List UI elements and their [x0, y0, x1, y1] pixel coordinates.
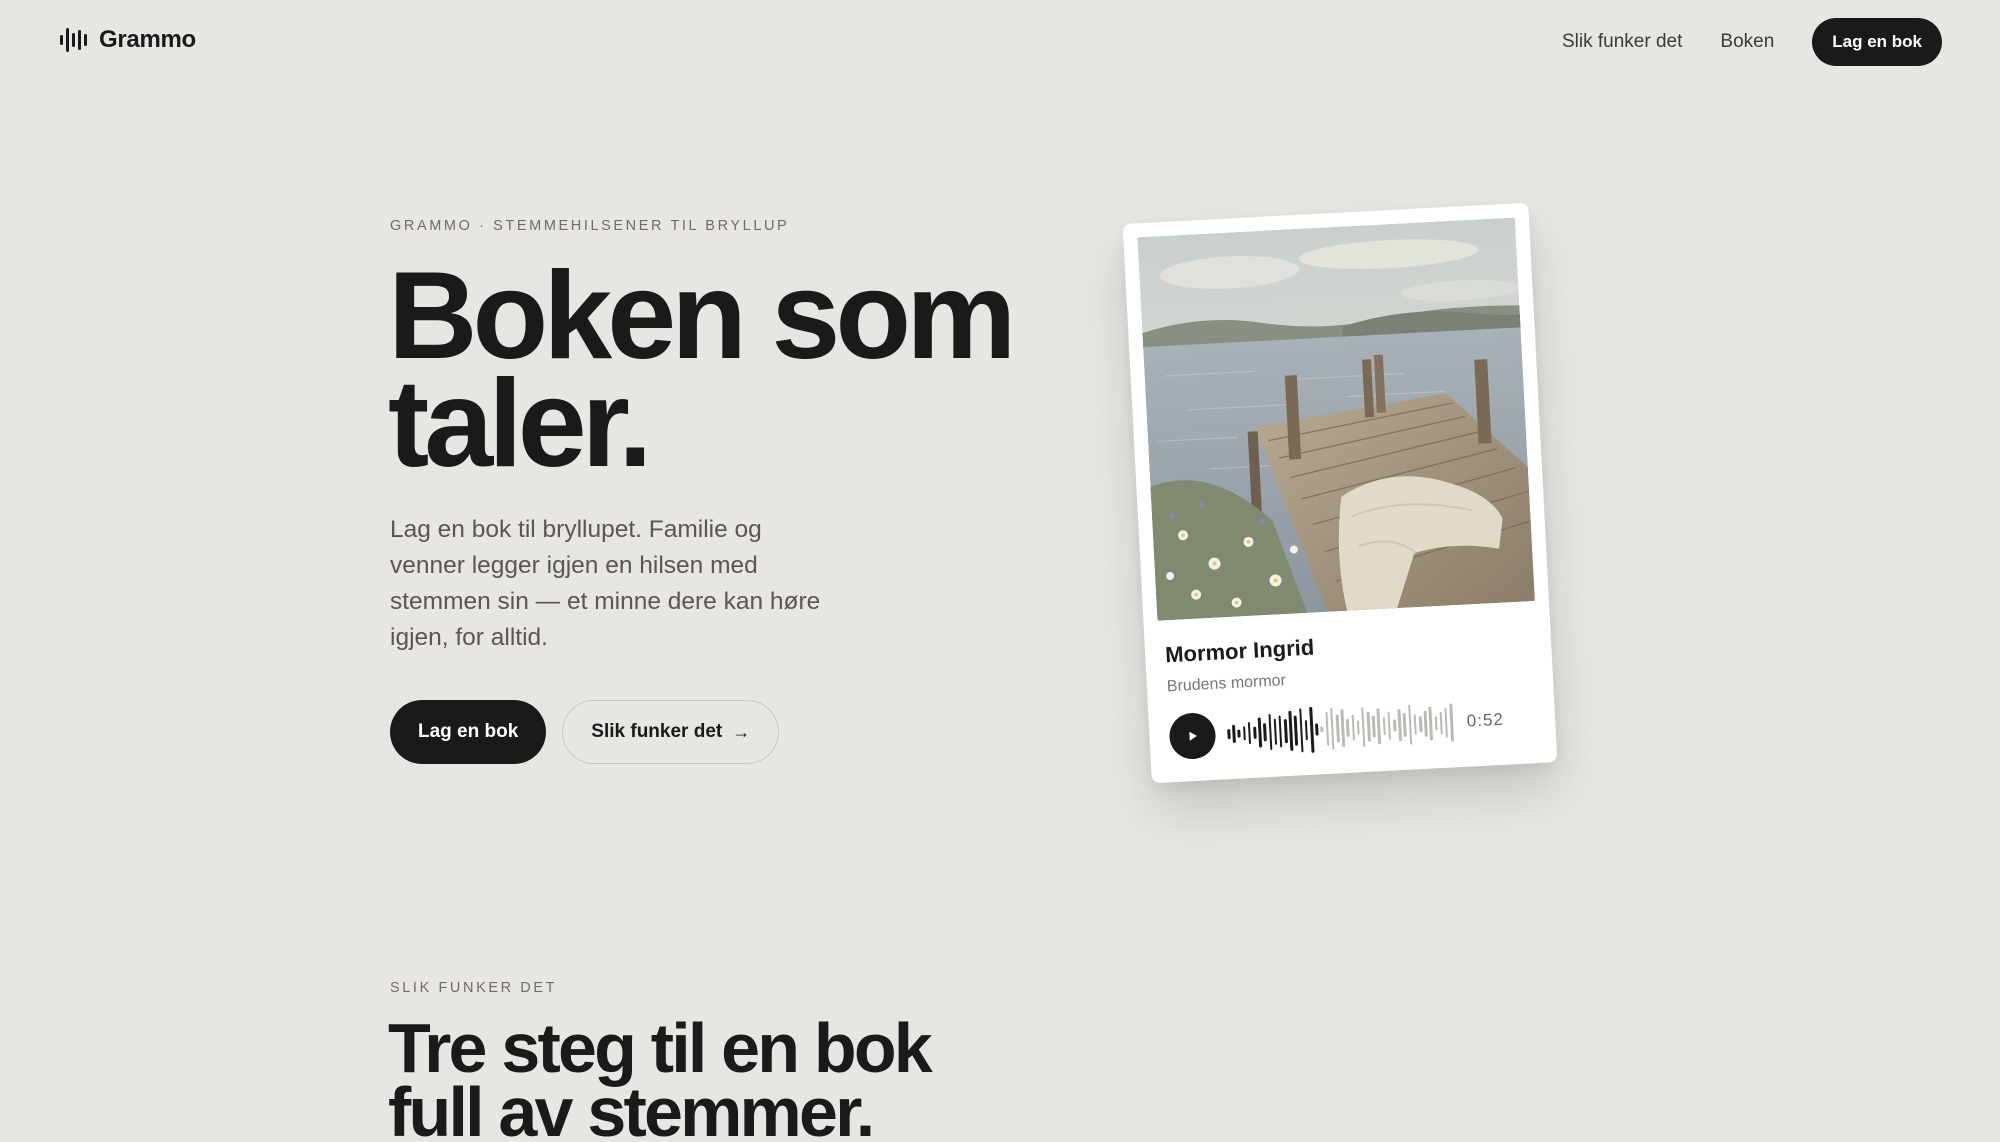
- waveform-bar: [1351, 714, 1356, 741]
- waveform-bar: [1418, 716, 1423, 733]
- how-it-works-label: Slik funker det: [591, 721, 723, 742]
- waveform-bar: [1329, 707, 1335, 750]
- play-button[interactable]: [1168, 711, 1217, 761]
- waveform-bar: [1237, 729, 1241, 738]
- create-book-button[interactable]: Lag en bok: [390, 700, 547, 764]
- waveform-bar: [1242, 726, 1246, 741]
- waveform-bar: [1263, 723, 1267, 742]
- hero-title: Boken som taler.: [388, 254, 1028, 486]
- nav-create-book-button[interactable]: Lag en bok: [1812, 18, 1942, 66]
- waveform-bar: [1288, 710, 1294, 751]
- waveform-bar: [1320, 726, 1324, 733]
- card-guest-relation: Brudens mormor: [1166, 672, 1287, 696]
- hero-title-line-2: taler.: [388, 355, 653, 493]
- audio-waveform[interactable]: [1226, 699, 1454, 757]
- waveform-bar: [1361, 707, 1366, 748]
- section-eyebrow: SLIK FUNKER DET: [390, 980, 558, 996]
- waveform-bar: [1232, 724, 1236, 743]
- arrow-right-icon: →: [732, 721, 751, 742]
- waveform-bar: [1283, 719, 1288, 744]
- card-guest-name: Mormor Ingrid: [1164, 634, 1315, 668]
- nav-links: Slik funker det Boken Lag en bok: [1562, 18, 1942, 66]
- nav-link-book[interactable]: Boken: [1720, 31, 1774, 53]
- waveform-bar: [1273, 718, 1278, 745]
- waveform-bar: [1428, 706, 1433, 741]
- waveform-bar: [1397, 709, 1402, 742]
- waveform-bar: [1407, 704, 1413, 745]
- card-photo: [1137, 217, 1535, 621]
- hero-eyebrow: GRAMMO · STEMMEHILSENER TIL BRYLLUP: [390, 218, 790, 234]
- hero-description: Lag en bok til bryllupet. Familie og ven…: [390, 516, 821, 651]
- waveform-bar: [1247, 722, 1252, 745]
- waveform-bar: [1304, 720, 1309, 741]
- waveform-bar: [1257, 717, 1262, 748]
- waveform-bar: [1298, 708, 1304, 753]
- voice-greeting-card: Mormor Ingrid Brudens mormor 0:52: [1122, 202, 1558, 784]
- waveform-bar: [1309, 706, 1315, 753]
- waveform-bar: [1253, 726, 1257, 739]
- waveform-bar: [1376, 708, 1382, 745]
- waveform-bar: [1366, 711, 1371, 742]
- waveform-bar: [1294, 715, 1299, 746]
- waveform-bar: [1387, 711, 1392, 740]
- waveform-bar: [1439, 711, 1444, 735]
- waveform-bar: [1413, 714, 1418, 735]
- hero-actions: Lag en bok Slik funker det →: [390, 700, 780, 764]
- waveform-bar: [1382, 716, 1386, 736]
- waveform-bar: [1402, 712, 1407, 737]
- waveform-bar: [1444, 707, 1449, 738]
- waveform-bar: [1315, 723, 1319, 736]
- waveform-bar: [1267, 713, 1273, 751]
- top-nav: Grammo Slik funker det Boken Lag en bok: [0, 0, 2000, 84]
- waveform-bar: [1278, 715, 1283, 748]
- waveform-bar: [1423, 710, 1428, 737]
- section-title: Tre steg til en bok full av stemmer.: [388, 1013, 1008, 1142]
- waveform-bar: [1340, 709, 1346, 748]
- waveform-bar: [1346, 718, 1350, 737]
- how-it-works-button[interactable]: Slik funker det →: [562, 700, 780, 764]
- play-icon: [1189, 731, 1198, 741]
- waveform-bar: [1335, 714, 1340, 743]
- audio-player: 0:52: [1168, 693, 1540, 762]
- soundwave-logo-icon: [60, 26, 87, 54]
- waveform-bar: [1227, 729, 1231, 740]
- nav-link-how-it-works[interactable]: Slik funker det: [1562, 31, 1682, 53]
- waveform-bar: [1449, 703, 1454, 742]
- waveform-bar: [1371, 715, 1376, 738]
- audio-duration: 0:52: [1466, 709, 1505, 731]
- waveform-bar: [1434, 716, 1438, 731]
- waveform-bar: [1325, 711, 1330, 747]
- waveform-bar: [1392, 719, 1397, 732]
- lake-pier-illustration: [1137, 217, 1535, 621]
- section-title-line-2: full av stemmer.: [388, 1073, 875, 1142]
- waveform-bar: [1356, 720, 1360, 735]
- brand-logo[interactable]: Grammo: [60, 26, 196, 54]
- landing-page: Grammo Slik funker det Boken Lag en bok …: [0, 0, 2000, 1142]
- brand-name: Grammo: [99, 26, 196, 53]
